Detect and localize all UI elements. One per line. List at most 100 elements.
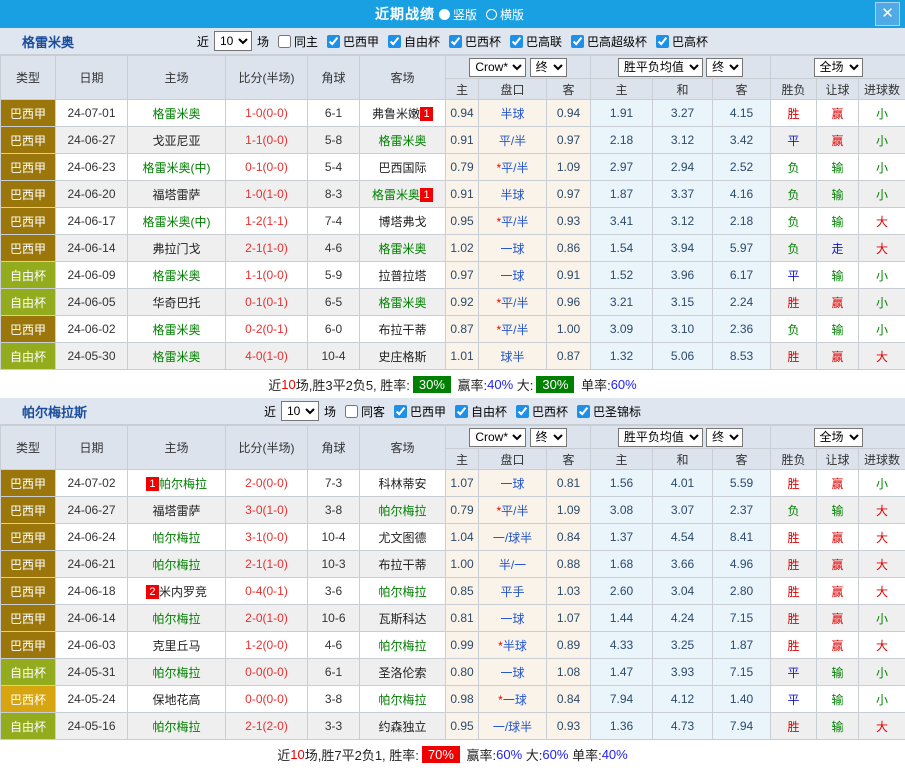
goals-result-cell: 大 [859, 235, 905, 262]
league-checkbox[interactable] [455, 405, 468, 418]
avg-time-select[interactable]: 终 [706, 428, 743, 447]
handicap-result-cell: 赢 [817, 551, 859, 578]
avg-time-select[interactable]: 终 [706, 58, 743, 77]
ah-home-odds-cell: 0.95 [446, 208, 479, 235]
same-venue-checkbox[interactable] [345, 405, 358, 418]
ah-home-odds-cell: 0.95 [446, 713, 479, 740]
corners-cell: 6-1 [308, 100, 360, 127]
handicap-result-cell: 赢 [817, 127, 859, 154]
vertical-layout-label[interactable]: 竖版 [453, 6, 477, 23]
avg-home-odds-cell: 1.37 [591, 524, 653, 551]
column-header: 客场 [360, 426, 446, 470]
scope-select[interactable]: 全场 [814, 428, 863, 447]
ah-home-odds-cell: 0.97 [446, 262, 479, 289]
column-header: 类型 [1, 426, 56, 470]
games-count-select[interactable]: 10 [214, 31, 252, 51]
league-checkbox-label[interactable]: 巴高超级杯 [587, 33, 647, 50]
team-label: 格雷米奥(中) [143, 161, 211, 175]
same-venue-label[interactable]: 同客 [361, 403, 385, 420]
league-checkbox-label[interactable]: 巴西杯 [465, 33, 501, 50]
ah-home-odds-cell: 0.87 [446, 316, 479, 343]
avg-draw-odds-cell: 3.07 [653, 497, 713, 524]
team-label: 博塔弗戈 [378, 215, 426, 229]
handicap-result-cell: 输 [817, 181, 859, 208]
competition-cell: 自由杯 [1, 659, 56, 686]
filter-suffix-label: 场 [324, 403, 336, 420]
league-checkbox[interactable] [577, 405, 590, 418]
avg-draw-odds-cell: 3.15 [653, 289, 713, 316]
date-cell: 24-05-16 [56, 713, 128, 740]
scope-group: 全场 [771, 426, 905, 449]
home-team-cell: 2米内罗竞 [128, 578, 226, 605]
games-count-select[interactable]: 10 [281, 401, 319, 421]
avg-away-odds-cell: 8.41 [713, 524, 771, 551]
ah-away-odds-cell: 1.09 [547, 497, 591, 524]
league-checkbox[interactable] [394, 405, 407, 418]
competition-cell: 巴西甲 [1, 181, 56, 208]
avg-home-odds-cell: 1.32 [591, 343, 653, 370]
score-cell: 2-0(1-0) [226, 605, 308, 632]
league-checkbox[interactable] [656, 35, 669, 48]
date-cell: 24-06-17 [56, 208, 128, 235]
avg-away-odds-cell: 2.36 [713, 316, 771, 343]
corners-cell: 7-3 [308, 470, 360, 497]
scope-select[interactable]: 全场 [814, 58, 863, 77]
league-checkbox-label[interactable]: 巴高杯 [672, 33, 708, 50]
avg-odds-select[interactable]: 胜平负均值 [618, 58, 703, 77]
league-checkbox-label[interactable]: 巴圣锦标 [593, 403, 641, 420]
league-checkbox-label[interactable]: 巴西杯 [532, 403, 568, 420]
sub-column-header: 主 [591, 79, 653, 100]
league-checkbox[interactable] [571, 35, 584, 48]
same-venue-label[interactable]: 同主 [294, 33, 318, 50]
same-venue-checkbox[interactable] [278, 35, 291, 48]
league-checkbox[interactable] [327, 35, 340, 48]
summary-text: 10 [290, 747, 304, 762]
early-odds-star: * [496, 504, 501, 518]
result-cell: 负 [771, 208, 817, 235]
corners-cell: 10-4 [308, 343, 360, 370]
avg-draw-odds-cell: 4.12 [653, 686, 713, 713]
league-checkbox[interactable] [516, 405, 529, 418]
date-cell: 24-07-01 [56, 100, 128, 127]
ah-away-odds-cell: 1.09 [547, 154, 591, 181]
result-cell: 胜 [771, 632, 817, 659]
score-cell: 1-2(0-0) [226, 632, 308, 659]
goals-result-cell: 小 [859, 181, 905, 208]
horizontal-layout-radio[interactable] [486, 9, 497, 20]
league-checkbox-label[interactable]: 巴西甲 [343, 33, 379, 50]
ah-home-odds-cell: 0.99 [446, 632, 479, 659]
avg-away-odds-cell: 2.52 [713, 154, 771, 181]
summary-text: 近 [268, 375, 281, 394]
odds-company-group: Crow* 终 [446, 56, 591, 79]
competition-cell: 巴西甲 [1, 316, 56, 343]
score-cell: 2-0(0-0) [226, 470, 308, 497]
ah-line-cell: 一/球半 [479, 713, 547, 740]
league-checkbox-label[interactable]: 自由杯 [471, 403, 507, 420]
league-checkbox[interactable] [510, 35, 523, 48]
odds-company-select[interactable]: Crow* [469, 58, 526, 77]
home-team-cell: 帕尔梅拉 [128, 713, 226, 740]
league-checkbox[interactable] [388, 35, 401, 48]
away-team-cell: 帕尔梅拉 [360, 686, 446, 713]
close-icon[interactable]: ✕ [875, 2, 900, 26]
vertical-layout-radio[interactable] [439, 9, 450, 20]
summary-text: 赢率: [463, 745, 496, 764]
league-checkbox[interactable] [449, 35, 462, 48]
rank-badge: 2 [146, 585, 159, 599]
team-label: 格雷米奥 [378, 134, 426, 148]
odds-time-select[interactable]: 终 [530, 428, 567, 447]
sub-column-header: 和 [653, 449, 713, 470]
league-checkbox-label[interactable]: 自由杯 [404, 33, 440, 50]
odds-company-select[interactable]: Crow* [469, 428, 526, 447]
avg-odds-select[interactable]: 胜平负均值 [618, 428, 703, 447]
league-checkbox-label[interactable]: 巴高联 [526, 33, 562, 50]
avg-away-odds-cell: 5.97 [713, 235, 771, 262]
horizontal-layout-label[interactable]: 横版 [500, 6, 524, 23]
team-label: 保地花高 [152, 693, 200, 707]
odds-time-select[interactable]: 终 [530, 58, 567, 77]
goals-result-cell: 小 [859, 316, 905, 343]
avg-home-odds-cell: 3.21 [591, 289, 653, 316]
ah-home-odds-cell: 0.91 [446, 181, 479, 208]
avg-draw-odds-cell: 3.10 [653, 316, 713, 343]
league-checkbox-label[interactable]: 巴西甲 [410, 403, 446, 420]
